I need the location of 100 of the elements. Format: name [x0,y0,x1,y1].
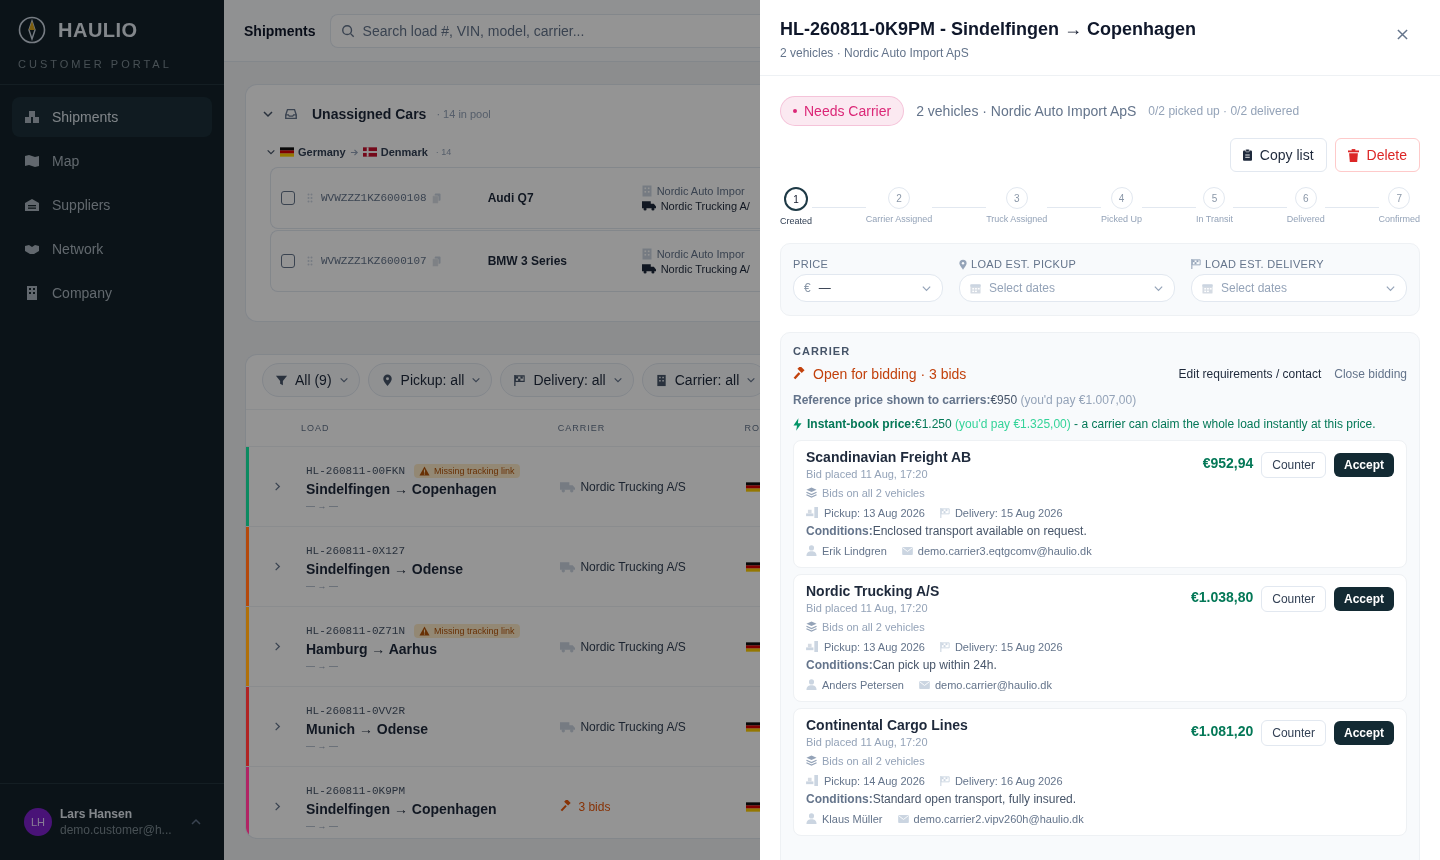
nav-item[interactable]: Network [12,229,212,269]
truck-icon [560,480,576,493]
bid-time: Bid placed 11 Aug, 17:20 [806,736,929,748]
nav-item[interactable]: Suppliers [12,185,212,225]
flag-icon [746,641,760,652]
load-row[interactable]: HL-260811-00FKN Missing tracking link Sindelfingen → Copenhagen — → — Nordic Trucking A/S [246,447,760,527]
user-menu[interactable]: LH Lars Hansen demo.customer@h... [0,783,224,860]
chevron-right-icon[interactable] [272,641,283,652]
nav-item[interactable]: Shipments [12,97,212,137]
country-label: Germany [298,146,346,158]
step-label: Picked Up [1101,214,1143,224]
nav-item[interactable]: Company [12,273,212,313]
filter-chip[interactable]: All (9) [262,363,360,397]
vehicle-row[interactable]: WVWZZZ1KZ6000108 Audi Q7 Nordic Auto Impor Nordic Trucking A/ [270,167,760,229]
flag-icon [939,507,950,518]
model-text: Audi Q7 [487,191,535,205]
pin-icon [380,373,394,387]
chevron-down-icon[interactable] [262,108,274,120]
flag-icon [1191,259,1201,269]
backdrop-overlay[interactable] [0,0,760,860]
checkbox[interactable] [281,191,295,205]
price-select[interactable]: € — [793,274,943,302]
truck-icon [560,560,576,573]
flag-icon [513,373,527,387]
dates-text: — → — [306,500,339,511]
bid-scope: Bids on all 2 vehicles [822,486,925,499]
load-row[interactable]: HL-260811-0VV2R Munich → Odense — → — Nordic Trucking A/S [246,687,760,767]
filter-chip[interactable]: Carrier: all [641,363,760,397]
accept-button[interactable]: Accept [1334,721,1394,745]
flag-icon [362,147,377,157]
chevron-right-icon[interactable] [272,561,283,572]
delete-button[interactable]: Delete [1334,138,1420,172]
checkbox[interactable] [281,254,295,268]
bid-conditions: Conditions:Enclosed transport available on request. [806,524,1088,538]
lightning-icon [793,417,802,431]
mail-icon [897,814,909,823]
step-label: In Transit [1195,214,1233,224]
brand-subtitle: CUSTOMER PORTAL [18,58,173,70]
map-icon [24,153,40,169]
country-label: Denmark [380,146,428,158]
pickup-date: Pickup: 14 Aug 2026 [824,774,925,787]
building-icon [641,247,652,260]
truck-icon [560,640,576,653]
brand-name: HAULIO [58,18,138,42]
filter-icon [275,373,288,387]
step-label: Delivered [1286,214,1325,224]
accept-button[interactable]: Accept [1334,453,1394,477]
warning-badge: Missing tracking link [414,623,520,638]
contact-name: Erik Lindgren [822,544,887,557]
accept-button[interactable]: Accept [1334,587,1394,611]
drag-handle-icon[interactable] [307,193,313,203]
calendar-icon [970,282,981,294]
chevron-right-icon[interactable] [272,481,283,492]
step-label: Carrier Assigned [865,214,933,224]
vehicle-row[interactable]: WVWZZZ1KZ6000107 BMW 3 Series Nordic Auto Impor Nordic Trucking A/ [270,230,760,292]
truck-icon [641,200,656,211]
chevron-right-icon[interactable] [272,801,283,812]
counter-button[interactable]: Counter [1261,720,1326,746]
filter-chip[interactable]: Pickup: all [367,363,493,397]
flag-icon [939,641,950,652]
flag-icon [746,801,760,812]
progress-text: 0/2 picked up · 0/2 delivered [1148,104,1300,118]
filter-chip[interactable]: Delivery: all [500,363,634,397]
drawer-subtitle: 2 vehicles · Nordic Auto Import ApS [780,46,970,60]
chevron-down-icon[interactable] [266,147,276,157]
warehouse-icon [24,197,40,213]
contact-email: demo.carrier@haulio.dk [934,678,1052,691]
page-title: Shipments [244,22,316,39]
counter-button[interactable]: Counter [1261,586,1326,612]
nav-item[interactable]: Map [12,141,212,181]
drag-handle-icon[interactable] [307,256,313,266]
flag-icon [746,561,760,572]
building-icon [24,285,40,301]
chevron-right-icon[interactable] [272,721,283,732]
bid-time: Bid placed 11 Aug, 17:20 [806,468,929,480]
user-email: demo.customer@h... [60,823,173,837]
layers-icon [806,487,817,498]
route-text: Sindelfingen → Copenhagen [306,480,498,497]
search-field[interactable]: Search load #, VIN, model, carrier... [329,13,760,48]
load-id: HL-260811-0X127 [306,544,406,557]
load-id: HL-260811-00FKN [306,464,406,477]
mail-icon [918,680,930,689]
text-link[interactable]: Edit requirements / contact [1178,367,1322,381]
building-icon [654,373,668,387]
column-header: RO [744,423,760,433]
text-link[interactable]: Close bidding [1334,367,1407,381]
drawer-title: HL-260811-0K9PM - Sindelfingen → Copenhagen [780,19,1197,40]
carrier-name: Continental Cargo Lines [806,717,969,734]
route-text: Sindelfingen → Copenhagen [306,800,498,817]
person-icon [806,545,817,556]
warning-badge: Missing tracking link [414,463,520,478]
bid-price: €1.081,20 [1191,723,1254,739]
route-text: Sindelfingen → Odense [306,560,465,577]
copy-button[interactable]: Copy list [1229,138,1327,172]
close-icon [1397,29,1408,40]
truck-icon [641,263,656,274]
load-row[interactable]: HL-260811-0X127 Sindelfingen → Odense — → — Nordic Trucking A/S [246,527,760,607]
load-row[interactable]: HL-260811-0Z71N Missing tracking link Hamburg → Aarhus — → — Nordic Trucking A/S [246,607,760,687]
layers-icon [806,621,817,632]
counter-button[interactable]: Counter [1261,452,1326,478]
